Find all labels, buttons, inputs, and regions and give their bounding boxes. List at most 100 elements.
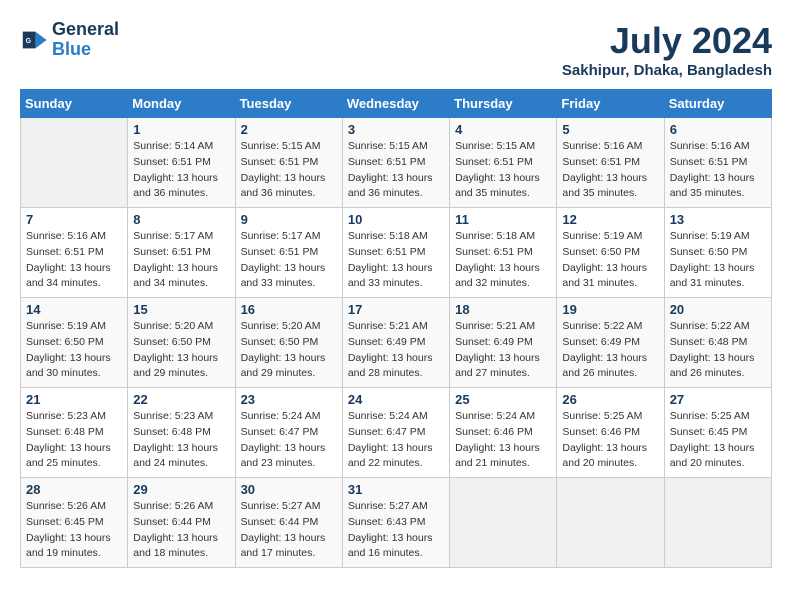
month-title: July 2024 (562, 20, 772, 62)
day-number: 27 (670, 392, 766, 407)
day-number: 15 (133, 302, 229, 317)
day-info: Sunrise: 5:19 AM Sunset: 6:50 PM Dayligh… (562, 229, 658, 292)
day-number: 6 (670, 122, 766, 137)
day-info: Sunrise: 5:24 AM Sunset: 6:47 PM Dayligh… (241, 409, 337, 472)
location: Sakhipur, Dhaka, Bangladesh (562, 62, 772, 79)
day-number: 30 (241, 482, 337, 497)
week-row-3: 14 Sunrise: 5:19 AM Sunset: 6:50 PM Dayl… (21, 298, 772, 388)
day-cell: 7 Sunrise: 5:16 AM Sunset: 6:51 PM Dayli… (21, 208, 128, 298)
day-cell: 28 Sunrise: 5:26 AM Sunset: 6:45 PM Dayl… (21, 478, 128, 568)
day-number: 21 (26, 392, 122, 407)
day-info: Sunrise: 5:25 AM Sunset: 6:45 PM Dayligh… (670, 409, 766, 472)
day-info: Sunrise: 5:20 AM Sunset: 6:50 PM Dayligh… (241, 319, 337, 382)
day-info: Sunrise: 5:16 AM Sunset: 6:51 PM Dayligh… (670, 139, 766, 202)
calendar-table: Sunday Monday Tuesday Wednesday Thursday… (20, 89, 772, 568)
day-cell: 10 Sunrise: 5:18 AM Sunset: 6:51 PM Dayl… (342, 208, 449, 298)
logo-text: General Blue (52, 20, 119, 60)
day-info: Sunrise: 5:19 AM Sunset: 6:50 PM Dayligh… (26, 319, 122, 382)
day-cell: 12 Sunrise: 5:19 AM Sunset: 6:50 PM Dayl… (557, 208, 664, 298)
col-tuesday: Tuesday (235, 90, 342, 118)
day-info: Sunrise: 5:19 AM Sunset: 6:50 PM Dayligh… (670, 229, 766, 292)
day-cell: 15 Sunrise: 5:20 AM Sunset: 6:50 PM Dayl… (128, 298, 235, 388)
day-number: 19 (562, 302, 658, 317)
day-cell: 22 Sunrise: 5:23 AM Sunset: 6:48 PM Dayl… (128, 388, 235, 478)
day-info: Sunrise: 5:14 AM Sunset: 6:51 PM Dayligh… (133, 139, 229, 202)
day-cell (450, 478, 557, 568)
day-info: Sunrise: 5:21 AM Sunset: 6:49 PM Dayligh… (348, 319, 444, 382)
day-info: Sunrise: 5:24 AM Sunset: 6:46 PM Dayligh… (455, 409, 551, 472)
calendar-body: 1 Sunrise: 5:14 AM Sunset: 6:51 PM Dayli… (21, 118, 772, 568)
day-cell: 16 Sunrise: 5:20 AM Sunset: 6:50 PM Dayl… (235, 298, 342, 388)
day-cell: 31 Sunrise: 5:27 AM Sunset: 6:43 PM Dayl… (342, 478, 449, 568)
day-number: 29 (133, 482, 229, 497)
day-info: Sunrise: 5:16 AM Sunset: 6:51 PM Dayligh… (562, 139, 658, 202)
week-row-1: 1 Sunrise: 5:14 AM Sunset: 6:51 PM Dayli… (21, 118, 772, 208)
day-cell: 23 Sunrise: 5:24 AM Sunset: 6:47 PM Dayl… (235, 388, 342, 478)
day-number: 5 (562, 122, 658, 137)
day-cell: 6 Sunrise: 5:16 AM Sunset: 6:51 PM Dayli… (664, 118, 771, 208)
day-cell: 1 Sunrise: 5:14 AM Sunset: 6:51 PM Dayli… (128, 118, 235, 208)
week-row-2: 7 Sunrise: 5:16 AM Sunset: 6:51 PM Dayli… (21, 208, 772, 298)
svg-text:G: G (26, 38, 32, 45)
logo-icon: G (20, 26, 48, 54)
col-wednesday: Wednesday (342, 90, 449, 118)
day-number: 11 (455, 212, 551, 227)
day-info: Sunrise: 5:26 AM Sunset: 6:44 PM Dayligh… (133, 499, 229, 562)
day-cell: 14 Sunrise: 5:19 AM Sunset: 6:50 PM Dayl… (21, 298, 128, 388)
day-info: Sunrise: 5:25 AM Sunset: 6:46 PM Dayligh… (562, 409, 658, 472)
title-block: July 2024 Sakhipur, Dhaka, Bangladesh (562, 20, 772, 79)
day-cell: 19 Sunrise: 5:22 AM Sunset: 6:49 PM Dayl… (557, 298, 664, 388)
week-row-4: 21 Sunrise: 5:23 AM Sunset: 6:48 PM Dayl… (21, 388, 772, 478)
day-cell: 18 Sunrise: 5:21 AM Sunset: 6:49 PM Dayl… (450, 298, 557, 388)
day-cell: 29 Sunrise: 5:26 AM Sunset: 6:44 PM Dayl… (128, 478, 235, 568)
day-info: Sunrise: 5:20 AM Sunset: 6:50 PM Dayligh… (133, 319, 229, 382)
day-info: Sunrise: 5:26 AM Sunset: 6:45 PM Dayligh… (26, 499, 122, 562)
logo: G General Blue (20, 20, 119, 60)
day-number: 20 (670, 302, 766, 317)
day-info: Sunrise: 5:16 AM Sunset: 6:51 PM Dayligh… (26, 229, 122, 292)
day-number: 9 (241, 212, 337, 227)
day-info: Sunrise: 5:15 AM Sunset: 6:51 PM Dayligh… (455, 139, 551, 202)
day-number: 1 (133, 122, 229, 137)
day-number: 26 (562, 392, 658, 407)
day-info: Sunrise: 5:15 AM Sunset: 6:51 PM Dayligh… (241, 139, 337, 202)
day-info: Sunrise: 5:22 AM Sunset: 6:48 PM Dayligh… (670, 319, 766, 382)
day-number: 22 (133, 392, 229, 407)
day-cell: 13 Sunrise: 5:19 AM Sunset: 6:50 PM Dayl… (664, 208, 771, 298)
day-cell: 27 Sunrise: 5:25 AM Sunset: 6:45 PM Dayl… (664, 388, 771, 478)
day-cell (557, 478, 664, 568)
day-number: 31 (348, 482, 444, 497)
day-number: 2 (241, 122, 337, 137)
day-cell: 24 Sunrise: 5:24 AM Sunset: 6:47 PM Dayl… (342, 388, 449, 478)
day-info: Sunrise: 5:23 AM Sunset: 6:48 PM Dayligh… (26, 409, 122, 472)
day-cell (21, 118, 128, 208)
day-cell: 30 Sunrise: 5:27 AM Sunset: 6:44 PM Dayl… (235, 478, 342, 568)
day-number: 24 (348, 392, 444, 407)
day-info: Sunrise: 5:22 AM Sunset: 6:49 PM Dayligh… (562, 319, 658, 382)
day-number: 13 (670, 212, 766, 227)
day-number: 3 (348, 122, 444, 137)
day-number: 18 (455, 302, 551, 317)
day-info: Sunrise: 5:15 AM Sunset: 6:51 PM Dayligh… (348, 139, 444, 202)
day-number: 23 (241, 392, 337, 407)
day-cell (664, 478, 771, 568)
day-cell: 20 Sunrise: 5:22 AM Sunset: 6:48 PM Dayl… (664, 298, 771, 388)
day-cell: 3 Sunrise: 5:15 AM Sunset: 6:51 PM Dayli… (342, 118, 449, 208)
day-cell: 26 Sunrise: 5:25 AM Sunset: 6:46 PM Dayl… (557, 388, 664, 478)
day-info: Sunrise: 5:24 AM Sunset: 6:47 PM Dayligh… (348, 409, 444, 472)
day-cell: 2 Sunrise: 5:15 AM Sunset: 6:51 PM Dayli… (235, 118, 342, 208)
week-row-5: 28 Sunrise: 5:26 AM Sunset: 6:45 PM Dayl… (21, 478, 772, 568)
calendar-header: Sunday Monday Tuesday Wednesday Thursday… (21, 90, 772, 118)
day-info: Sunrise: 5:27 AM Sunset: 6:44 PM Dayligh… (241, 499, 337, 562)
day-number: 8 (133, 212, 229, 227)
day-cell: 4 Sunrise: 5:15 AM Sunset: 6:51 PM Dayli… (450, 118, 557, 208)
day-cell: 8 Sunrise: 5:17 AM Sunset: 6:51 PM Dayli… (128, 208, 235, 298)
col-sunday: Sunday (21, 90, 128, 118)
day-number: 25 (455, 392, 551, 407)
day-number: 17 (348, 302, 444, 317)
day-cell: 9 Sunrise: 5:17 AM Sunset: 6:51 PM Dayli… (235, 208, 342, 298)
day-info: Sunrise: 5:18 AM Sunset: 6:51 PM Dayligh… (455, 229, 551, 292)
day-number: 10 (348, 212, 444, 227)
day-cell: 11 Sunrise: 5:18 AM Sunset: 6:51 PM Dayl… (450, 208, 557, 298)
page-header: G General Blue July 2024 Sakhipur, Dhaka… (20, 20, 772, 79)
